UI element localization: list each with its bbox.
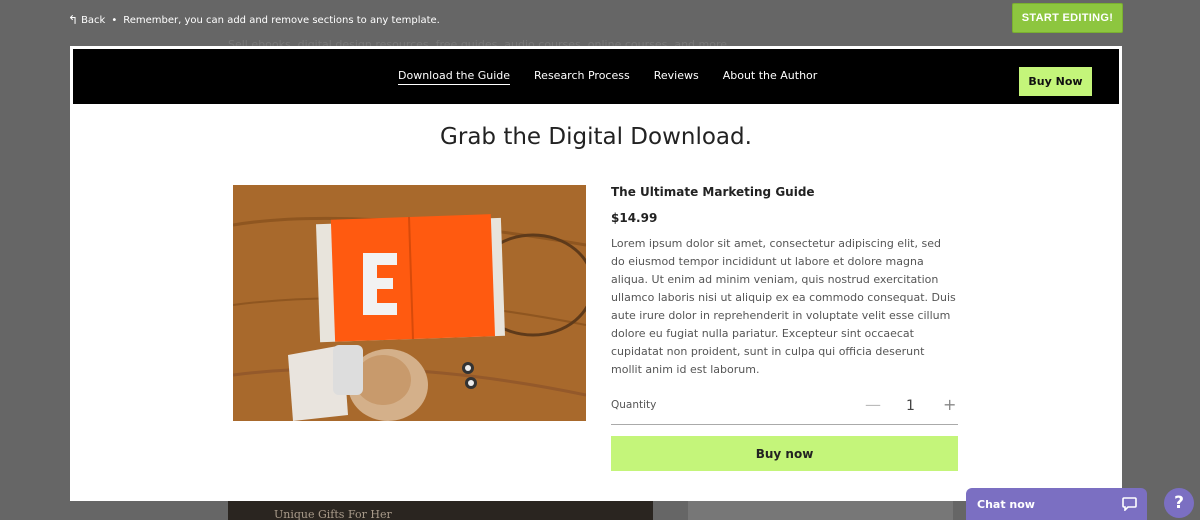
product-price: $14.99	[611, 211, 658, 225]
editor-notice-bar: ↰ Back • Remember, you can add and remov…	[68, 14, 440, 26]
quantity-label: Quantity	[611, 399, 657, 411]
decrease-quantity-button[interactable]: —	[865, 395, 881, 414]
back-arrow-icon: ↰	[68, 13, 79, 27]
nav-links: Download the Guide Research Process Revi…	[398, 69, 817, 85]
chat-widget[interactable]: Chat now	[966, 488, 1147, 520]
back-link[interactable]: ↰ Back	[68, 14, 105, 26]
background-card-text: Unique Gifts For Her	[274, 508, 392, 520]
product-title: The Ultimate Marketing Guide	[611, 185, 815, 199]
start-editing-button[interactable]: START EDITING!	[1012, 3, 1123, 33]
nav-link-research-process[interactable]: Research Process	[534, 69, 630, 85]
product-info: The Ultimate Marketing Guide $14.99 Lore…	[611, 185, 958, 471]
product-image	[233, 185, 586, 421]
nav-link-reviews[interactable]: Reviews	[654, 69, 699, 85]
separator: •	[111, 14, 118, 26]
page-heading: Grab the Digital Download.	[440, 124, 752, 150]
template-preview-modal: Download the Guide Research Process Revi…	[70, 46, 1122, 501]
product-description: Lorem ipsum dolor sit amet, consectetur …	[611, 237, 956, 376]
buy-now-button[interactable]: Buy now	[611, 436, 958, 471]
chat-label: Chat now	[977, 497, 1035, 511]
nav-link-about-author[interactable]: About the Author	[723, 69, 818, 85]
chat-bubble-icon	[1122, 497, 1137, 511]
help-button[interactable]: ?	[1164, 488, 1194, 518]
quantity-stepper: Quantity — 1 +	[611, 395, 958, 425]
site-navbar: Download the Guide Research Process Revi…	[73, 49, 1119, 104]
quantity-value[interactable]: 1	[906, 398, 915, 414]
editor-notice-text: Remember, you can add and remove section…	[123, 14, 440, 26]
nav-buy-now-button[interactable]: Buy Now	[1019, 67, 1092, 96]
background-card	[688, 500, 953, 520]
back-label: Back	[81, 14, 106, 26]
increase-quantity-button[interactable]: +	[943, 395, 956, 414]
background-card: Unique Gifts For Her	[228, 500, 653, 520]
nav-link-download-guide[interactable]: Download the Guide	[398, 69, 511, 85]
